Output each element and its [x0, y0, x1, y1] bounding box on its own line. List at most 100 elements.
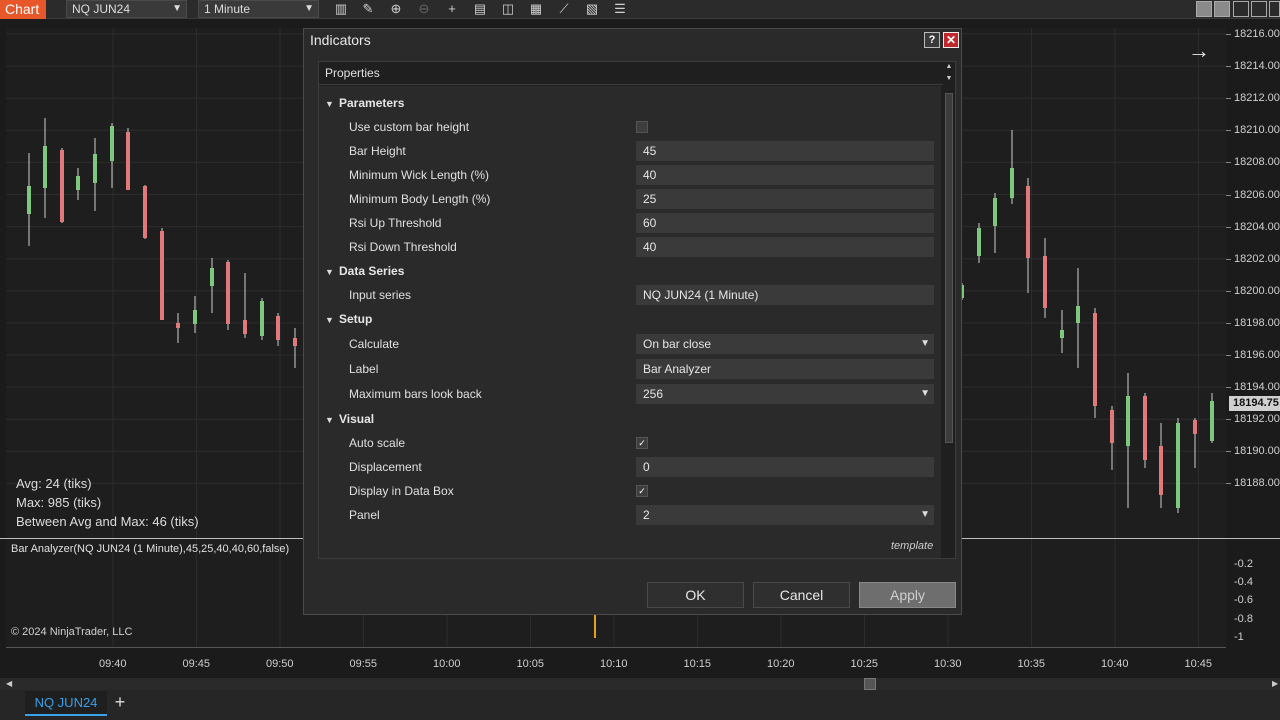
- candle-down: [243, 320, 247, 334]
- label-field[interactable]: Bar Analyzer: [636, 359, 934, 379]
- tile-window-2-icon[interactable]: [1214, 1, 1230, 17]
- candle-up: [76, 176, 80, 190]
- scroll-right-icon[interactable]: ▶: [1272, 679, 1278, 688]
- candle-up: [1210, 401, 1214, 441]
- section-label: Data Series: [339, 264, 405, 278]
- bar-type-icon[interactable]: ▥: [333, 1, 349, 17]
- candle-up: [93, 154, 97, 183]
- indicators-icon[interactable]: ▦: [528, 1, 544, 17]
- indicator-tick-label: -0.4: [1234, 576, 1253, 589]
- scroll-thumb[interactable]: [945, 93, 953, 443]
- candle-up: [27, 186, 31, 214]
- scroll-up-icon[interactable]: ▲: [945, 63, 953, 70]
- indicator-tick-label: -0.6: [1234, 594, 1253, 607]
- candle-down: [276, 316, 280, 340]
- data-box-icon[interactable]: ▤: [472, 1, 488, 17]
- time-tick-label: 09:55: [349, 658, 378, 670]
- candle-up: [1126, 396, 1130, 446]
- close-dialog-button[interactable]: ✕: [943, 32, 959, 48]
- candle-up: [1076, 306, 1080, 323]
- candle-down: [126, 132, 130, 190]
- displacement-field[interactable]: 0: [636, 457, 934, 477]
- minimize-icon[interactable]: [1233, 1, 1249, 17]
- chevron-down-icon: ▼: [172, 3, 182, 14]
- crosshair-icon[interactable]: +: [444, 1, 460, 17]
- interval-selector[interactable]: 1 Minute ▼: [198, 0, 319, 18]
- time-axis-line: [6, 647, 1226, 648]
- cancel-button[interactable]: Cancel: [753, 582, 850, 608]
- price-tick-label: 18202.00: [1234, 252, 1280, 265]
- candle-down: [1043, 256, 1047, 308]
- display-data-box-label: Display in Data Box: [349, 484, 454, 498]
- price-tick-label: 18206.00: [1234, 188, 1280, 201]
- draw-pencil-icon[interactable]: ✎: [360, 1, 376, 17]
- min-body-field[interactable]: 25: [636, 189, 934, 209]
- section-label: Visual: [339, 412, 375, 426]
- close-window-icon[interactable]: [1269, 1, 1280, 17]
- tile-window-icon[interactable]: [1196, 1, 1212, 17]
- scroll-down-icon[interactable]: ▼: [945, 75, 953, 82]
- zoom-out-icon[interactable]: ⊖: [416, 1, 432, 17]
- candle-down: [1110, 410, 1114, 443]
- time-tick-label: 10:20: [767, 658, 795, 670]
- price-tick-mark: [1226, 483, 1231, 485]
- templates-icon[interactable]: ▧: [584, 1, 600, 17]
- max-bars-label: Maximum bars look back: [349, 387, 482, 401]
- ok-button[interactable]: OK: [647, 582, 744, 608]
- indicators-dialog: Indicators ? ✕ Properties ▼ Parameters Us…: [303, 28, 962, 615]
- instrument-selector[interactable]: NQ JUN24 ▼: [66, 0, 187, 18]
- candle-down: [1159, 446, 1163, 495]
- panel-select[interactable]: 2 ▼: [636, 505, 934, 525]
- section-data-series[interactable]: ▼ Data Series: [325, 261, 404, 281]
- calculate-value: On bar close: [643, 337, 712, 351]
- template-link[interactable]: template: [891, 540, 933, 552]
- input-series-field[interactable]: NQ JUN24 (1 Minute): [636, 285, 934, 305]
- min-wick-field[interactable]: 40: [636, 165, 934, 185]
- section-setup[interactable]: ▼ Setup: [325, 309, 372, 329]
- price-axis[interactable]: 18216.00 18214.00 18212.00 18210.00 18208.00…: [1226, 28, 1280, 648]
- price-tick-label: 18188.00: [1234, 477, 1280, 490]
- price-tick-label: 18212.00: [1234, 92, 1280, 105]
- time-tick-label: 10:40: [1101, 658, 1129, 670]
- bar-height-field[interactable]: 45: [636, 141, 934, 161]
- rsi-down-field[interactable]: 40: [636, 237, 934, 257]
- bar-stats: Avg: 24 (tiks) Max: 985 (tiks) Between A…: [16, 474, 199, 531]
- section-parameters[interactable]: ▼ Parameters: [325, 93, 404, 113]
- max-bars-select[interactable]: 256 ▼: [636, 384, 934, 404]
- zoom-in-icon[interactable]: ⊕: [388, 1, 404, 17]
- properties-icon[interactable]: ◫: [500, 1, 516, 17]
- price-tick-mark: [1226, 387, 1231, 389]
- tab-nq-jun24[interactable]: NQ JUN24: [25, 691, 107, 716]
- arrow-right-icon[interactable]: →: [1188, 38, 1210, 64]
- time-tick-label: 10:10: [600, 658, 628, 670]
- help-button[interactable]: ?: [924, 32, 940, 48]
- scroll-left-icon[interactable]: ◀: [6, 679, 12, 688]
- min-body-label: Minimum Body Length (%): [349, 192, 491, 206]
- price-tick-mark: [1226, 451, 1231, 453]
- rsi-up-field[interactable]: 60: [636, 213, 934, 233]
- scroll-thumb[interactable]: [864, 678, 876, 690]
- chart-menu-button[interactable]: Chart: [0, 0, 46, 19]
- time-tick-label: 10:25: [850, 658, 879, 670]
- chart-toolbar: Chart NQ JUN24 ▼ 1 Minute ▼ ▥ ✎ ⊕ ⊖ + ▤ …: [0, 0, 1280, 19]
- use-custom-bar-height-checkbox[interactable]: [636, 121, 648, 133]
- properties-scrollbar[interactable]: ▲ ▼: [943, 62, 955, 558]
- menu-icon[interactable]: ☰: [612, 1, 628, 17]
- input-series-label: Input series: [349, 288, 412, 302]
- instrument-value: NQ JUN24: [72, 2, 131, 16]
- auto-scale-checkbox[interactable]: ✓: [636, 437, 648, 449]
- candle-up: [1010, 168, 1014, 198]
- add-tab-button[interactable]: +: [110, 691, 130, 713]
- candle-up: [1176, 423, 1180, 508]
- candle-up: [977, 228, 981, 256]
- strategies-icon[interactable]: ⟋: [556, 1, 572, 17]
- time-tick-label: 09:50: [266, 658, 294, 670]
- section-visual[interactable]: ▼ Visual: [325, 409, 374, 429]
- display-data-box-checkbox[interactable]: ✓: [636, 485, 648, 497]
- apply-button[interactable]: Apply: [859, 582, 956, 608]
- horizontal-scrollbar[interactable]: ◀ ▶: [0, 678, 1280, 690]
- maximize-icon[interactable]: [1251, 1, 1267, 17]
- calculate-label: Calculate: [349, 337, 400, 351]
- calculate-select[interactable]: On bar close ▼: [636, 334, 934, 354]
- collapse-triangle-icon: ▼: [325, 267, 334, 277]
